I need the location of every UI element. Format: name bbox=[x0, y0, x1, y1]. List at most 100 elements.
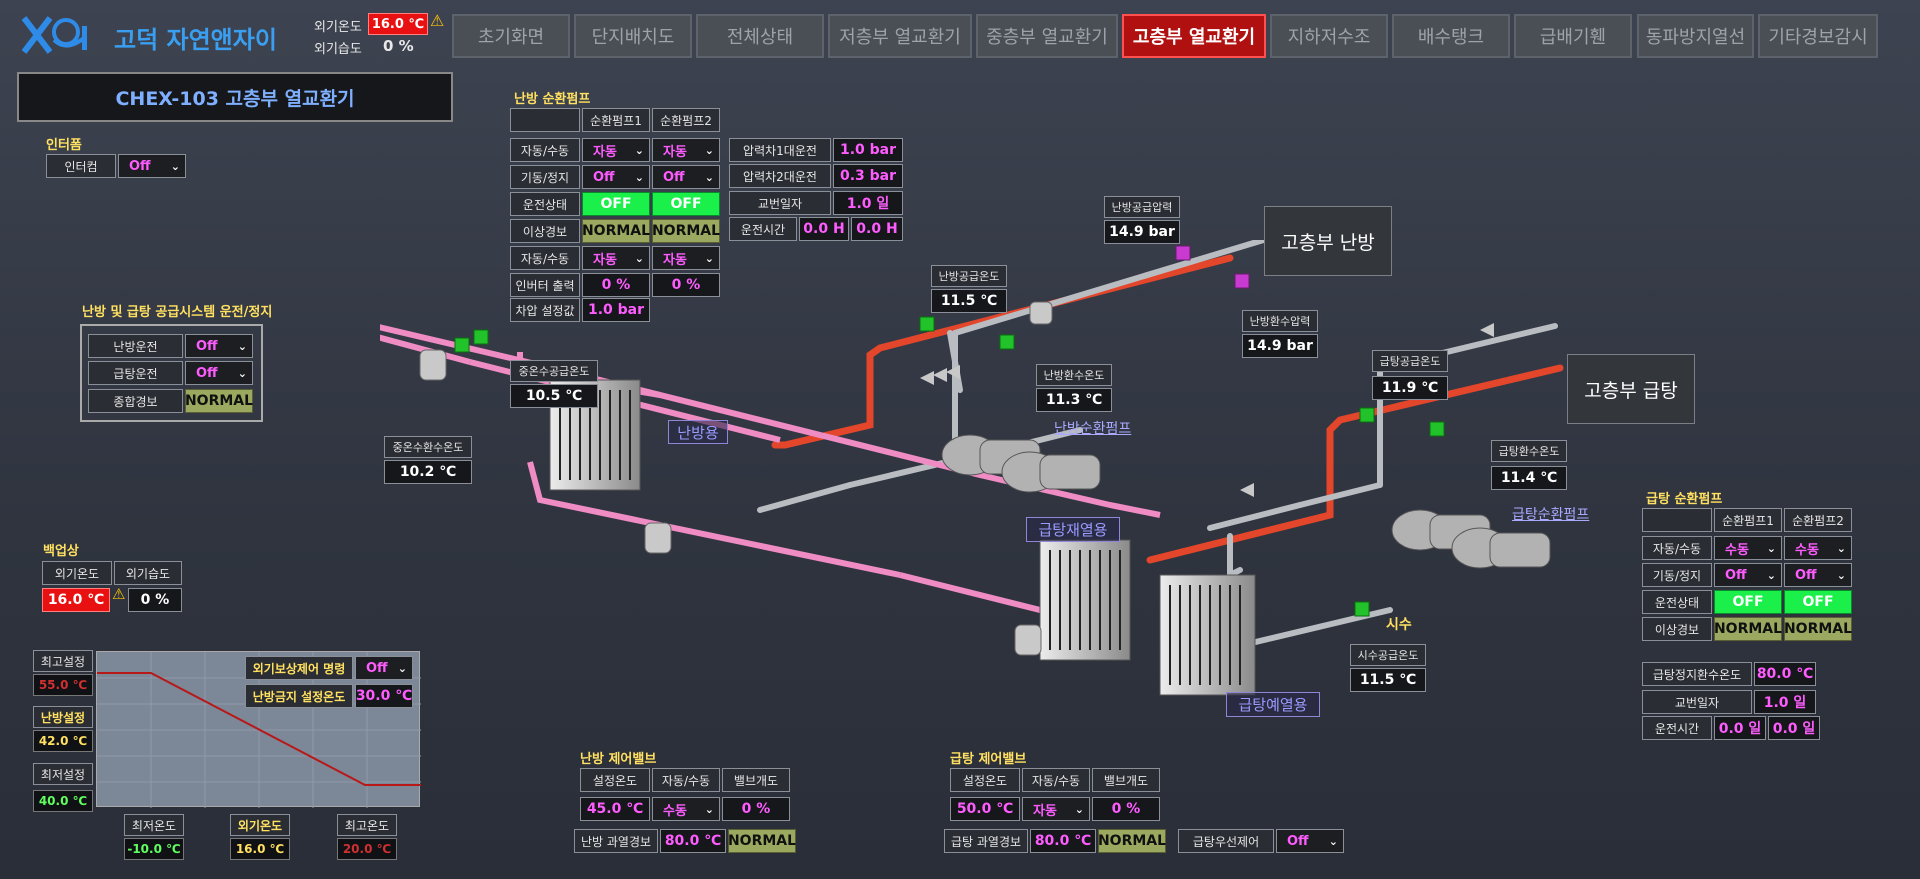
nav-6[interactable]: 지하저수조 bbox=[1270, 14, 1388, 58]
high-heat-box[interactable]: 고층부 난방 bbox=[1264, 206, 1392, 276]
heat-valve-h2: 자동/수동 bbox=[652, 768, 720, 792]
heat_pump-row-value-1[interactable]: 자동 ⌄ bbox=[582, 138, 650, 162]
heat-valve-h3: 밸브개도 bbox=[722, 768, 790, 792]
hw-over-label: 급탕 과열경보 bbox=[944, 829, 1028, 853]
nav-1[interactable]: 단지배치도 bbox=[574, 14, 692, 58]
heat-hx-tag[interactable]: 난방용 bbox=[668, 420, 728, 444]
hw-preheat-hx-graphic bbox=[1159, 574, 1256, 696]
min-set-value: 40.0 ℃ bbox=[33, 790, 93, 812]
hw-pump-col1: 순환펌프1 bbox=[1714, 508, 1782, 532]
hw-reheat-tag[interactable]: 급탕재열용 bbox=[1026, 517, 1120, 542]
high-hw-box[interactable]: 고층부 급탕 bbox=[1567, 354, 1695, 424]
hw-valve-h2: 자동/수동 bbox=[1022, 768, 1090, 792]
chevron-down-icon: ⌄ bbox=[237, 339, 247, 353]
hw_pump-row-value-1[interactable]: 수동 ⌄ bbox=[1714, 536, 1782, 560]
chevron-down-icon: ⌄ bbox=[237, 366, 247, 380]
hw_pump-row-value-1: OFF bbox=[1714, 590, 1782, 614]
chevron-down-icon: ⌄ bbox=[1074, 802, 1084, 816]
mid-return-value: 10.2 ℃ bbox=[384, 460, 472, 484]
hw_pump-row-value-1[interactable]: Off ⌄ bbox=[1714, 563, 1782, 587]
hw-preheat-tag[interactable]: 급탕예열용 bbox=[1226, 692, 1320, 717]
nav-7[interactable]: 배수탱크 bbox=[1392, 14, 1510, 58]
nav-10[interactable]: 기타경보감시 bbox=[1758, 14, 1878, 58]
nav-9[interactable]: 동파방지열선 bbox=[1637, 14, 1754, 58]
mid-supply-value: 10.5 ℃ bbox=[510, 384, 598, 408]
heat_pump-row-value-2[interactable]: 자동 ⌄ bbox=[652, 138, 720, 162]
heat-valve-section: 난방 제어밸브 bbox=[580, 752, 657, 767]
hw-over-status: NORMAL bbox=[1098, 829, 1166, 853]
hw-run-select[interactable]: Off ⌄ bbox=[185, 361, 253, 385]
out-temp-value: 16.0 ℃ bbox=[230, 838, 290, 860]
nav-2[interactable]: 전체상태 bbox=[696, 14, 824, 58]
warning-icon: ⚠ bbox=[112, 585, 126, 603]
hw-priority-select[interactable]: Off ⌄ bbox=[1276, 829, 1344, 853]
hw-supply-temp-value: 11.9 ℃ bbox=[1372, 376, 1448, 400]
heat-run-select[interactable]: Off ⌄ bbox=[185, 334, 253, 358]
hw-pump-tag[interactable]: 급탕순환펌프 bbox=[1512, 504, 1589, 524]
nav-3[interactable]: 저층부 열교환기 bbox=[828, 14, 972, 58]
stop-temp-label: 난방금지 설정온도 bbox=[245, 684, 353, 708]
outdoor-humid-value: 0 % bbox=[383, 37, 414, 55]
intercom-select[interactable]: Off ⌄ bbox=[118, 154, 186, 178]
mid-return-label: 중온수환수온도 bbox=[384, 436, 472, 458]
heat-valve-setpoint[interactable]: 45.0 ℃ bbox=[580, 797, 650, 821]
chevron-down-icon: ⌄ bbox=[170, 159, 180, 173]
heat-over-value[interactable]: 80.0 ℃ bbox=[660, 829, 726, 853]
heat-valve-h1: 설정온도 bbox=[580, 768, 650, 792]
hw-pump-corner bbox=[1642, 508, 1712, 532]
max-set-label: 최고설정 bbox=[33, 650, 93, 672]
backup-temp-value: 16.0 ℃ bbox=[42, 588, 110, 612]
hw-priority-label: 급탕우선제어 bbox=[1178, 829, 1274, 853]
hw-valve-mode-select[interactable]: 자동 ⌄ bbox=[1022, 797, 1090, 821]
comp-cmd-label: 외기보상제어 명령 bbox=[245, 656, 353, 680]
heat-pump-corner bbox=[510, 108, 580, 132]
heat-pump-section: 난방 순환펌프 bbox=[514, 92, 591, 107]
logo bbox=[20, 12, 96, 56]
max-temp-value: 20.0 ℃ bbox=[337, 838, 397, 860]
heat_pump-row-value-2[interactable]: Off ⌄ bbox=[652, 165, 720, 189]
total-alarm-status: NORMAL bbox=[185, 389, 253, 413]
hw-run-label: 운전시간 bbox=[1642, 716, 1712, 740]
backup-humid-label: 외기습도 bbox=[114, 561, 182, 585]
intercom-label: 인터컴 bbox=[46, 154, 116, 178]
outdoor-temp-value: 16.0 ℃ bbox=[368, 13, 428, 35]
heat-valve-mode-select[interactable]: 수동 ⌄ bbox=[652, 797, 720, 821]
p1-value[interactable]: 1.0 bar bbox=[833, 138, 903, 162]
hw-reheat-hx-graphic bbox=[1039, 539, 1131, 661]
hw_pump-row-value-2[interactable]: Off ⌄ bbox=[1784, 563, 1852, 587]
hw-stop-temp-label: 급탕정지환수온도 bbox=[1642, 662, 1752, 686]
hw_pump-row-value-2[interactable]: 수동 ⌄ bbox=[1784, 536, 1852, 560]
heat-valve-opening: 0 % bbox=[722, 797, 790, 821]
heat_pump-row-label: 운전상태 bbox=[510, 192, 580, 216]
outdoor-humid-label: 외기습도 bbox=[314, 42, 362, 57]
warning-icon: ⚠ bbox=[430, 11, 445, 30]
nav-0[interactable]: 초기화면 bbox=[452, 14, 570, 58]
chevron-down-icon: ⌄ bbox=[1836, 541, 1846, 555]
hw-stop-temp-value[interactable]: 80.0 ℃ bbox=[1754, 662, 1816, 686]
chevron-down-icon: ⌄ bbox=[704, 170, 714, 184]
backup-section: 백업상 bbox=[43, 544, 79, 559]
run-label: 운전시간 bbox=[729, 217, 797, 241]
hw-valve-setpoint[interactable]: 50.0 ℃ bbox=[950, 797, 1020, 821]
hw_pump-row-value-2: NORMAL bbox=[1784, 617, 1852, 641]
hw-valve-opening: 0 % bbox=[1092, 797, 1160, 821]
max-temp-label: 최고온도 bbox=[337, 814, 397, 836]
run-value-1: 0.0 H bbox=[799, 217, 849, 241]
heat_pump-row-value-1[interactable]: Off ⌄ bbox=[582, 165, 650, 189]
heat-pump-tag[interactable]: 난방순환펌프 bbox=[1054, 418, 1131, 438]
max-set-value: 55.0 ℃ bbox=[33, 674, 93, 696]
nav-8[interactable]: 급배기휀 bbox=[1514, 14, 1632, 58]
chevron-down-icon: ⌄ bbox=[704, 143, 714, 157]
hw-swap-value[interactable]: 1.0 일 bbox=[1754, 690, 1816, 714]
hw-over-value[interactable]: 80.0 ℃ bbox=[1030, 829, 1096, 853]
heat-return-pressure-value: 14.9 bar bbox=[1242, 334, 1318, 358]
nav-4[interactable]: 중층부 열교환기 bbox=[976, 14, 1118, 58]
swap-value[interactable]: 1.0 일 bbox=[833, 191, 903, 215]
heat-return-temp-value: 11.3 ℃ bbox=[1036, 388, 1112, 412]
hw-supply-temp-label: 급탕공급온도 bbox=[1372, 350, 1448, 372]
p2-value[interactable]: 0.3 bar bbox=[833, 164, 903, 188]
total-alarm-label: 종합경보 bbox=[88, 389, 183, 413]
hw_pump-row-label: 자동/수동 bbox=[1642, 536, 1712, 560]
nav-5[interactable]: 고층부 열교환기 bbox=[1122, 14, 1266, 58]
hw_pump-row-value-2: OFF bbox=[1784, 590, 1852, 614]
